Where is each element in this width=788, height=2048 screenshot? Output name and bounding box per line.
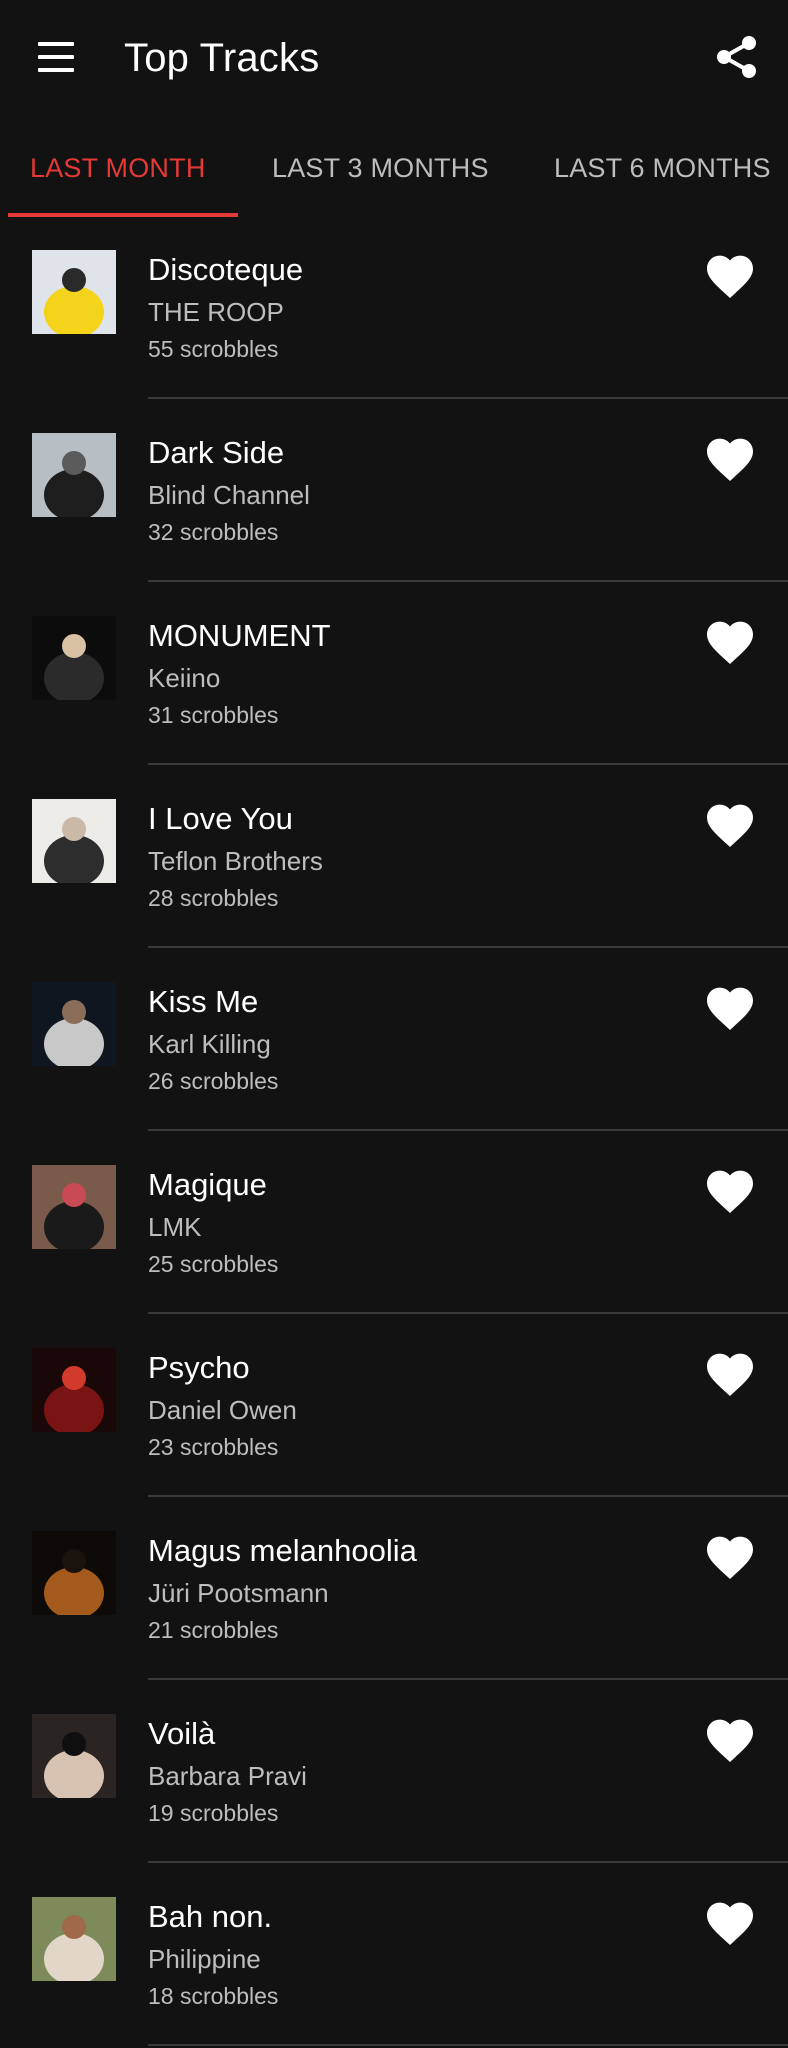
hamburger-menu-icon-bar xyxy=(38,55,74,59)
track-title: I Love You xyxy=(148,801,293,836)
track-artist: Teflon Brothers xyxy=(148,846,323,876)
row-divider xyxy=(148,2044,788,2046)
album-art xyxy=(32,616,116,700)
row-divider xyxy=(148,1861,788,1863)
track-row[interactable]: MONUMENT Keiino 31 scrobbles xyxy=(0,584,788,767)
heart-icon xyxy=(707,1536,753,1579)
heart-icon xyxy=(707,1353,753,1396)
track-scrobble-count: 26 scrobbles xyxy=(148,1068,279,1094)
track-row[interactable]: I Love You Teflon Brothers 28 scrobbles xyxy=(0,767,788,950)
track-title: Bah non. xyxy=(148,1899,273,1934)
track-artist: Philippine xyxy=(148,1944,261,1974)
track-scrobble-count: 19 scrobbles xyxy=(148,1800,279,1826)
track-title: Kiss Me xyxy=(148,984,259,1019)
love-button[interactable] xyxy=(706,986,754,1030)
tab-last-3-months[interactable]: LAST 3 MONTHS xyxy=(272,134,489,218)
love-button[interactable] xyxy=(706,620,754,664)
row-divider xyxy=(148,580,788,582)
track-artist: THE ROOP xyxy=(148,297,284,327)
album-art xyxy=(32,433,116,517)
track-artist: Karl Killing xyxy=(148,1029,271,1059)
heart-icon xyxy=(707,621,753,664)
love-button[interactable] xyxy=(706,254,754,298)
track-scrobble-count: 32 scrobbles xyxy=(148,519,279,545)
row-divider xyxy=(148,946,788,948)
track-row[interactable]: Kiss Me Karl Killing 26 scrobbles xyxy=(0,950,788,1133)
love-button[interactable] xyxy=(706,1169,754,1213)
heart-icon xyxy=(707,1902,753,1945)
track-title: Discoteque xyxy=(148,252,304,287)
album-art xyxy=(32,1531,116,1615)
love-button[interactable] xyxy=(706,1352,754,1396)
heart-icon xyxy=(707,987,753,1030)
track-artist: Daniel Owen xyxy=(148,1395,297,1425)
track-artist: Keiino xyxy=(148,663,221,693)
track-row[interactable]: Magique LMK 25 scrobbles xyxy=(0,1133,788,1316)
row-divider xyxy=(148,397,788,399)
row-divider xyxy=(148,763,788,765)
track-row[interactable]: Magus melanhoolia Jüri Pootsmann 21 scro… xyxy=(0,1499,788,1682)
heart-icon xyxy=(707,1719,753,1762)
album-art xyxy=(32,250,116,334)
album-art xyxy=(32,982,116,1066)
track-scrobble-count: 25 scrobbles xyxy=(148,1251,279,1277)
track-title: Psycho xyxy=(148,1350,250,1385)
heart-icon xyxy=(707,255,753,298)
period-tabs: LAST MONTH LAST 3 MONTHS LAST 6 MONTHS xyxy=(0,134,788,218)
track-row[interactable]: Psycho Daniel Owen 23 scrobbles xyxy=(0,1316,788,1499)
album-art xyxy=(32,1897,116,1981)
app-bar: Top Tracks xyxy=(0,0,788,116)
track-title: Voilà xyxy=(148,1716,216,1751)
page-title: Top Tracks xyxy=(124,36,320,80)
tab-last-month[interactable]: LAST MONTH xyxy=(30,134,206,218)
love-button[interactable] xyxy=(706,1901,754,1945)
row-divider xyxy=(148,1495,788,1497)
album-art xyxy=(32,799,116,883)
track-row[interactable]: Bah non. Philippine 18 scrobbles xyxy=(0,1865,788,2048)
row-divider xyxy=(148,1312,788,1314)
track-scrobble-count: 28 scrobbles xyxy=(148,885,279,911)
hamburger-menu-icon xyxy=(38,42,74,46)
share-button[interactable] xyxy=(714,34,760,80)
heart-icon xyxy=(707,1170,753,1213)
track-scrobble-count: 23 scrobbles xyxy=(148,1434,279,1460)
album-art xyxy=(32,1348,116,1432)
tab-last-6-months[interactable]: LAST 6 MONTHS xyxy=(554,134,771,218)
track-scrobble-count: 18 scrobbles xyxy=(148,1983,279,2009)
track-scrobble-count: 21 scrobbles xyxy=(148,1617,279,1643)
track-artist: Jüri Pootsmann xyxy=(148,1578,329,1608)
active-tab-indicator xyxy=(8,213,238,217)
track-scrobble-count: 31 scrobbles xyxy=(148,702,279,728)
track-artist: Blind Channel xyxy=(148,480,310,510)
heart-icon xyxy=(707,438,753,481)
track-artist: LMK xyxy=(148,1212,202,1242)
love-button[interactable] xyxy=(706,1535,754,1579)
share-icon xyxy=(717,36,756,78)
menu-button[interactable] xyxy=(34,40,82,74)
row-divider xyxy=(148,1129,788,1131)
love-button[interactable] xyxy=(706,803,754,847)
track-row[interactable]: Voilà Barbara Pravi 19 scrobbles xyxy=(0,1682,788,1865)
track-row[interactable]: Dark Side Blind Channel 32 scrobbles xyxy=(0,401,788,584)
track-artist: Barbara Pravi xyxy=(148,1761,307,1791)
album-art xyxy=(32,1165,116,1249)
heart-icon xyxy=(707,804,753,847)
track-list: Discoteque THE ROOP 55 scrobbles Dark Si… xyxy=(0,218,788,2048)
love-button[interactable] xyxy=(706,1718,754,1762)
track-title: MONUMENT xyxy=(148,618,331,653)
track-scrobble-count: 55 scrobbles xyxy=(148,336,279,362)
hamburger-menu-icon-bar xyxy=(38,68,74,72)
track-title: Dark Side xyxy=(148,435,285,470)
album-art xyxy=(32,1714,116,1798)
track-row[interactable]: Discoteque THE ROOP 55 scrobbles xyxy=(0,218,788,401)
track-title: Magus melanhoolia xyxy=(148,1533,417,1568)
track-title: Magique xyxy=(148,1167,267,1202)
love-button[interactable] xyxy=(706,437,754,481)
row-divider xyxy=(148,1678,788,1680)
